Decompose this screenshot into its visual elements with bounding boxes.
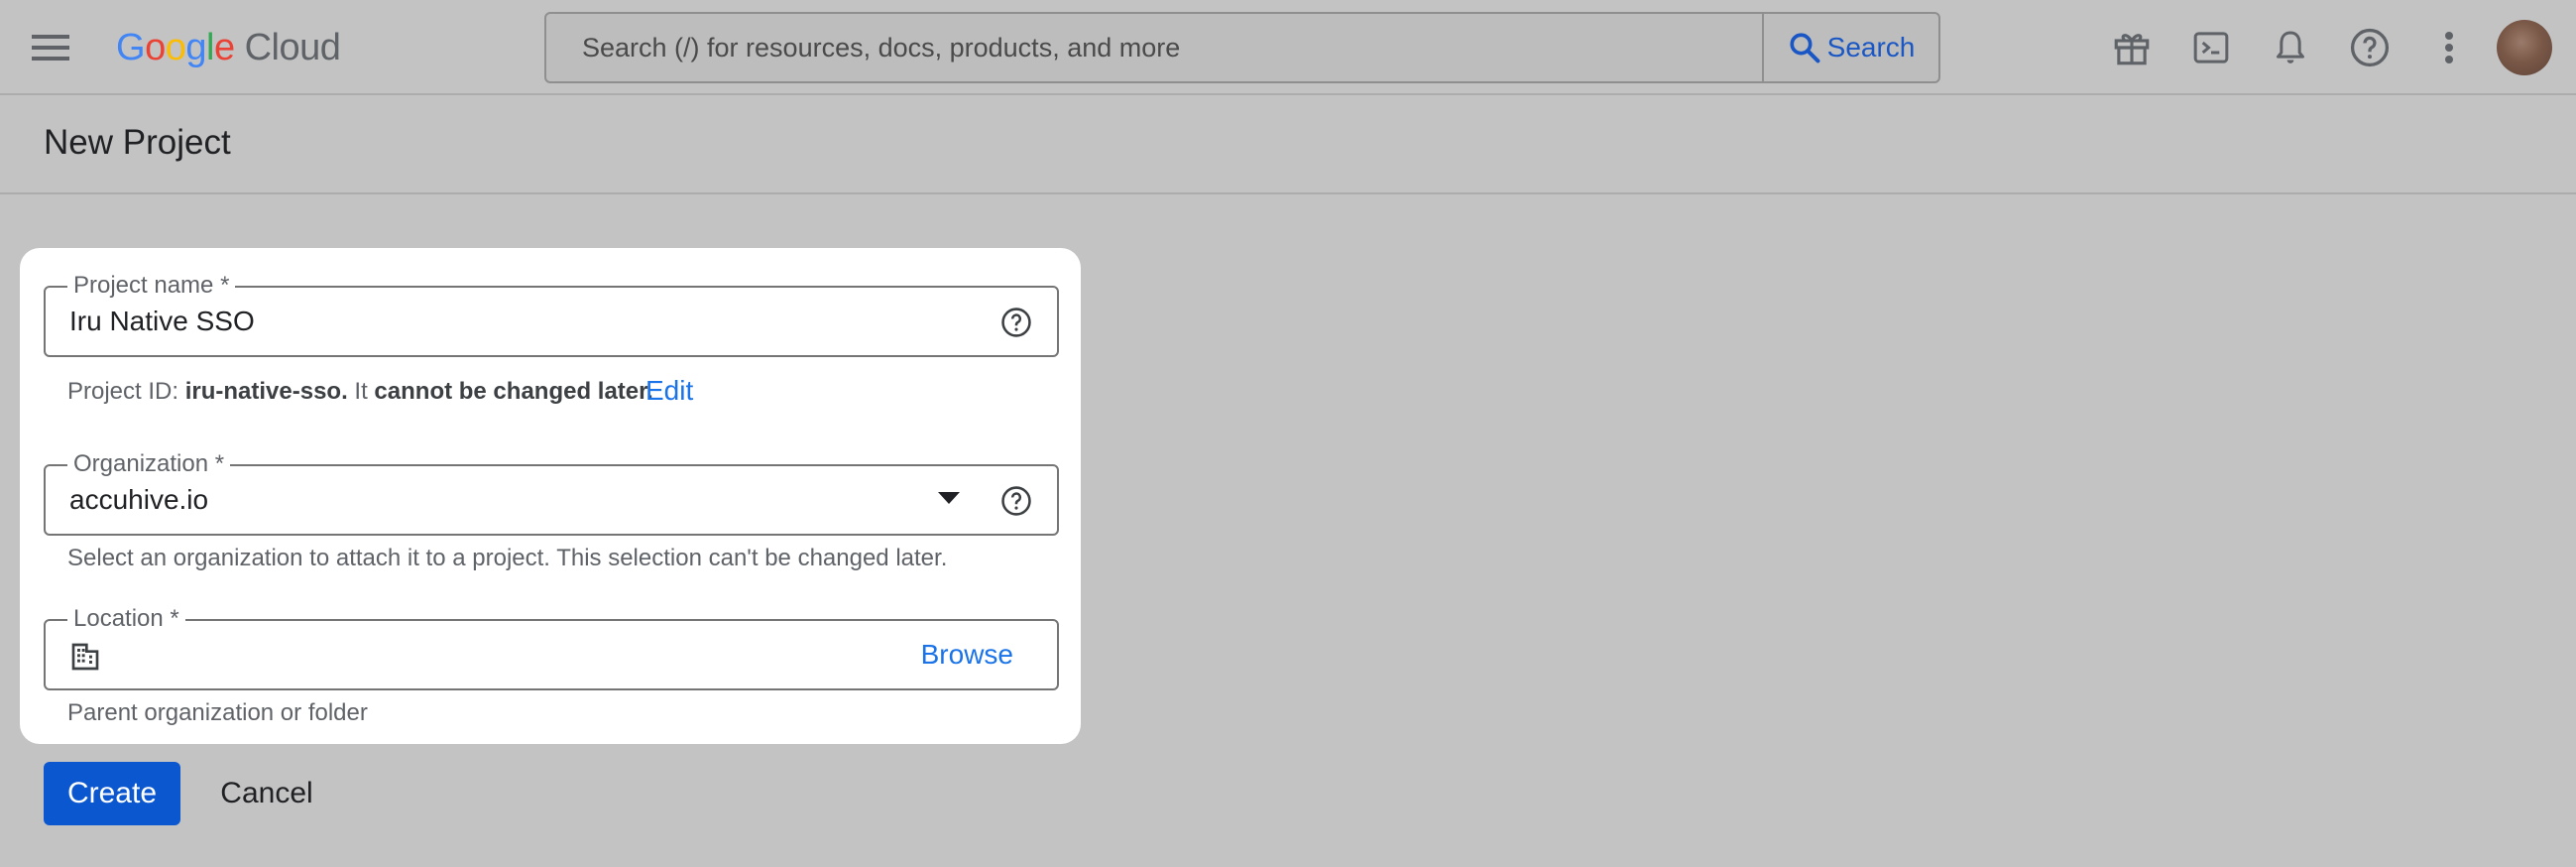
avatar[interactable]	[2497, 20, 2552, 75]
project-id-hint: Project ID: iru-native-sso. It cannot be…	[67, 378, 653, 406]
menu-icon[interactable]	[22, 22, 79, 73]
project-id-mid: It	[347, 378, 375, 405]
logo-letter: e	[213, 26, 235, 68]
help-icon[interactable]	[2342, 20, 2398, 75]
create-button[interactable]: Create	[44, 762, 180, 825]
search-bar: Search	[544, 12, 1940, 83]
logo-letter: G	[116, 26, 146, 68]
organization-select[interactable]: Organization * accuhive.io	[44, 449, 1059, 536]
gift-icon[interactable]	[2104, 20, 2160, 75]
project-name-field[interactable]: Project name * Iru Native SSO	[44, 271, 1059, 357]
logo-letter: l	[205, 26, 214, 68]
organization-hint: Select an organization to attach it to a…	[67, 545, 948, 571]
building-icon	[71, 643, 99, 671]
search-button-label: Search	[1826, 32, 1916, 62]
project-id-prefix: Project ID:	[67, 378, 185, 405]
page-title: New Project	[44, 123, 231, 162]
location-hint: Parent organization or folder	[67, 699, 368, 726]
location-label: Location *	[67, 604, 185, 634]
top-app-bar: Go o g l e Cloud Search	[0, 0, 2576, 95]
project-name-input[interactable]: Iru Native SSO	[69, 288, 255, 355]
location-field[interactable]: Location * Browse	[44, 604, 1059, 690]
logo-letter: o	[165, 26, 186, 68]
cloud-shell-icon[interactable]	[2183, 20, 2239, 75]
project-id-value: iru-native-sso.	[184, 378, 348, 405]
cancel-button[interactable]: Cancel	[212, 762, 321, 825]
notifications-icon[interactable]	[2263, 20, 2318, 75]
logo-letter: o	[145, 26, 166, 68]
browse-location-link[interactable]: Browse	[921, 621, 1013, 688]
more-vert-icon[interactable]	[2421, 20, 2477, 75]
project-id-warning: cannot be changed later.	[374, 378, 653, 405]
search-icon	[1790, 33, 1820, 63]
search-button[interactable]: Search	[1762, 14, 1938, 81]
logo-letter: g	[185, 26, 206, 68]
search-input[interactable]	[546, 13, 1762, 82]
page-header	[0, 95, 2576, 194]
help-icon[interactable]	[999, 306, 1033, 339]
edit-project-id-link[interactable]: Edit	[645, 375, 693, 407]
help-icon[interactable]	[999, 484, 1033, 518]
logo-product: Cloud	[244, 26, 341, 68]
organization-value: accuhive.io	[69, 484, 209, 515]
google-cloud-logo[interactable]: Go o g l e Cloud	[116, 22, 341, 73]
dropdown-arrow-icon[interactable]	[938, 492, 960, 504]
